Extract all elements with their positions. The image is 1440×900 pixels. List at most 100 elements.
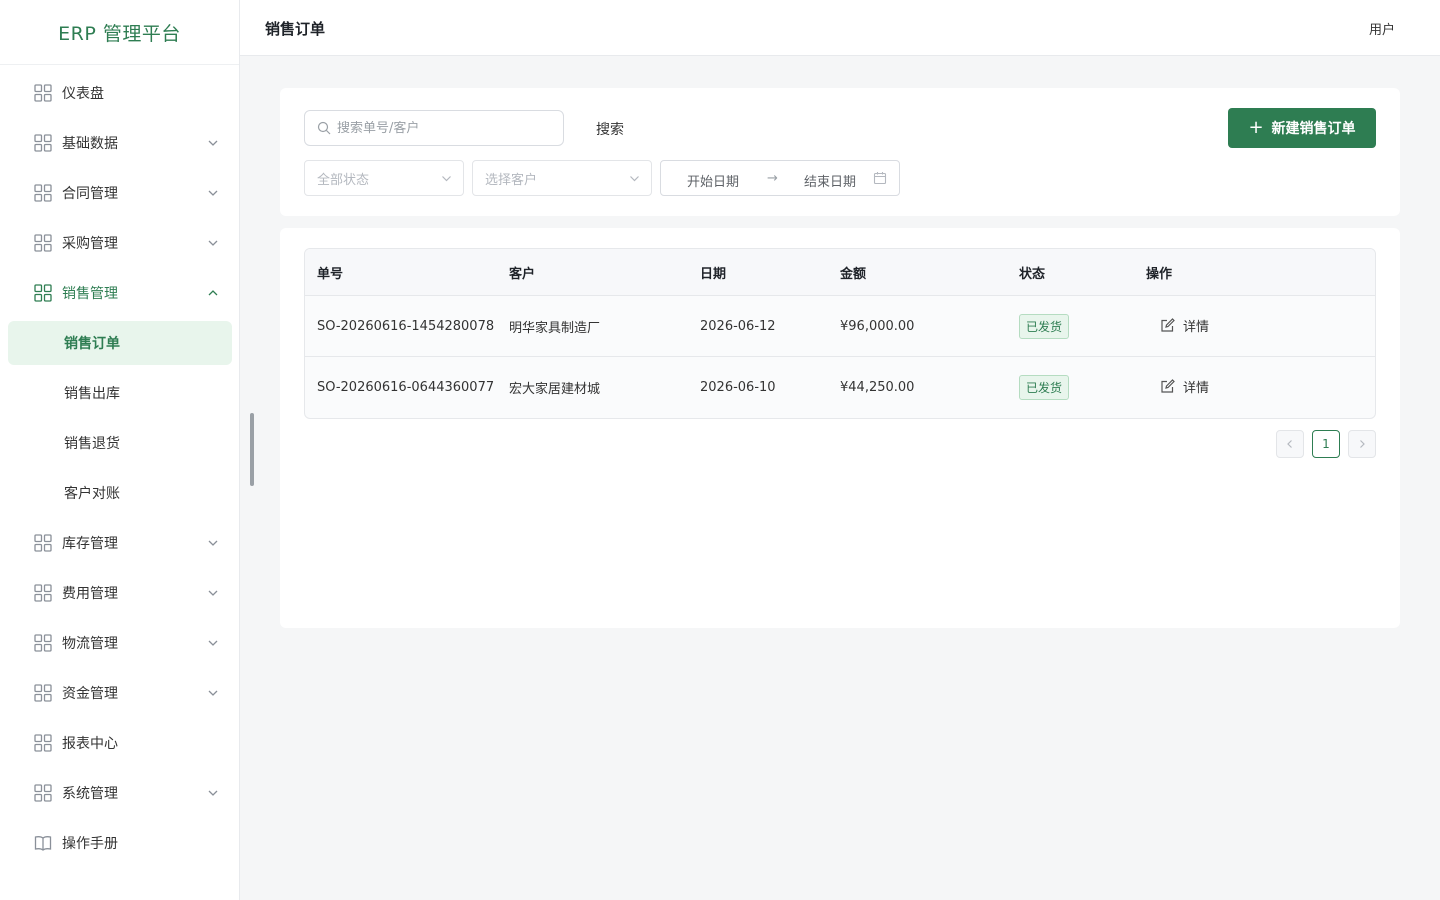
sidebar-item-inventory[interactable]: 库存管理 — [0, 518, 240, 568]
column-header[interactable]: 客户 — [509, 263, 700, 282]
sidebar-subitem-customer-reconciliation[interactable]: 客户对账 — [0, 468, 240, 518]
sidebar-item-expenses[interactable]: 费用管理 — [0, 568, 240, 618]
grid-icon — [34, 134, 52, 152]
grid-icon — [34, 84, 52, 102]
sidebar-item-label: 系统管理 — [62, 786, 118, 802]
order-number: SO-20260616-0644360077 — [317, 380, 495, 395]
orders-table: 单号 客户 日期 金额 状态 操作 SO-20260616-1454280078… — [304, 248, 1376, 419]
grid-icon — [34, 234, 52, 252]
sidebar-item-label: 报表中心 — [62, 736, 118, 752]
date-range-picker[interactable]: 开始日期 → 结束日期 — [660, 160, 900, 196]
chevron-down-icon — [630, 176, 639, 182]
page-button-current[interactable]: 1 — [1312, 430, 1340, 458]
customer-select-placeholder: 选择客户 — [485, 172, 538, 188]
orders-table-panel: 单号 客户 日期 金额 状态 操作 SO-20260616-1454280078… — [280, 228, 1400, 628]
calendar-icon — [873, 172, 887, 185]
table-header: 单号 客户 日期 金额 状态 操作 — [305, 249, 1375, 296]
order-number: SO-20260616-1454280078 — [317, 318, 495, 334]
chevron-right-icon — [1360, 440, 1365, 448]
sidebar-item-purchasing[interactable]: 采购管理 — [0, 218, 240, 268]
page-title: 销售订单 — [265, 20, 326, 38]
sidebar-item-label: 资金管理 — [62, 686, 118, 702]
action-cell: 详情 — [1146, 316, 1375, 337]
search-field[interactable] — [304, 110, 564, 146]
table-row[interactable]: SO-20260616-0644360077 宏大家居建材城 2026-06-1… — [305, 357, 1375, 418]
sidebar-item-label: 库存管理 — [62, 536, 118, 552]
chevron-down-icon — [208, 540, 218, 546]
chevron-down-icon — [208, 190, 218, 196]
grid-icon — [34, 184, 52, 202]
detail-label: 详情 — [1183, 381, 1210, 396]
customer-select[interactable]: 选择客户 — [472, 160, 652, 196]
grid-icon — [34, 784, 52, 802]
brand-logo: ERP 管理平台 — [0, 0, 239, 65]
plus-icon: + — [1248, 117, 1264, 138]
arrow-right-icon: → — [767, 171, 778, 186]
sidebar-item-dashboard[interactable]: 仪表盘 — [0, 68, 240, 118]
sidebar-subitem-sales-outbound[interactable]: 销售出库 — [0, 368, 240, 418]
detail-label: 详情 — [1183, 319, 1210, 335]
sidebar-item-label: 仪表盘 — [62, 86, 104, 102]
prev-page-button[interactable] — [1276, 430, 1304, 458]
sidebar-subitem-sales-returns[interactable]: 销售退货 — [0, 418, 240, 468]
sidebar-item-label: 操作手册 — [62, 836, 118, 852]
sidebar-item-system[interactable]: 系统管理 — [0, 768, 240, 818]
column-header: 操作 — [1146, 266, 1173, 282]
chevron-down-icon — [208, 140, 218, 146]
end-date-input[interactable]: 结束日期 — [804, 171, 856, 190]
column-header[interactable]: 金额 — [840, 263, 1019, 282]
sidebar-scrollbar[interactable] — [250, 413, 254, 486]
edit-icon — [1161, 317, 1175, 332]
search-button[interactable]: 搜索 — [596, 119, 624, 139]
user-menu[interactable]: 用户 — [1369, 19, 1395, 38]
order-date: 2026-06-10 — [700, 380, 776, 395]
chevron-down-icon — [208, 240, 218, 246]
status-badge: 已发货 — [1019, 375, 1070, 400]
grid-icon — [34, 534, 52, 552]
chevron-left-icon — [1287, 440, 1292, 448]
grid-icon — [34, 734, 52, 752]
sidebar-item-sales[interactable]: 销售管理 — [0, 268, 240, 318]
sidebar-item-label: 销售管理 — [62, 286, 118, 302]
pagination: 1 — [1276, 430, 1376, 458]
chevron-down-icon — [442, 176, 451, 182]
table-row[interactable]: SO-20260616-1454280078 明华家具制造厂 2026-06-1… — [305, 296, 1375, 357]
sidebar-item-reports[interactable]: 报表中心 — [0, 718, 240, 768]
grid-icon — [34, 284, 52, 302]
next-page-button[interactable] — [1348, 430, 1376, 458]
sidebar-item-basic-data[interactable]: 基础数据 — [0, 118, 240, 168]
start-date-input[interactable]: 开始日期 — [687, 171, 739, 190]
column-header[interactable]: 单号 — [305, 263, 509, 282]
order-date: 2026-06-12 — [700, 318, 776, 334]
nav-menu: 仪表盘 基础数据 合同管理 采购管理 销售管理 销售订单 销售出库 销售退货 客… — [0, 68, 240, 868]
column-header[interactable]: 日期 — [700, 263, 840, 282]
filter-panel: 搜索 + 新建销售订单 全部状态 选择客户 开始日期 → 结束日期 — [280, 88, 1400, 216]
status-select[interactable]: 全部状态 — [304, 160, 464, 196]
column-header[interactable]: 状态 — [1019, 263, 1146, 282]
search-icon — [317, 121, 331, 135]
sidebar-item-label: 费用管理 — [62, 586, 118, 602]
search-input[interactable] — [337, 120, 537, 136]
edit-icon — [1161, 379, 1175, 393]
chevron-down-icon — [208, 790, 218, 796]
detail-button[interactable]: 详情 — [1160, 377, 1209, 396]
sidebar-item-contracts[interactable]: 合同管理 — [0, 168, 240, 218]
sidebar-item-manual[interactable]: 操作手册 — [0, 818, 240, 868]
grid-icon — [34, 584, 52, 602]
new-sales-order-button[interactable]: + 新建销售订单 — [1228, 108, 1376, 148]
action-cell: 详情 — [1146, 377, 1375, 398]
chevron-up-icon — [208, 290, 218, 296]
book-icon — [34, 836, 52, 851]
sidebar-subitem-sales-orders[interactable]: 销售订单 — [8, 321, 232, 365]
chevron-down-icon — [208, 590, 218, 596]
top-header: 销售订单 用户 — [240, 0, 1440, 56]
detail-button[interactable]: 详情 — [1160, 316, 1209, 335]
sidebar: ERP 管理平台 仪表盘 基础数据 合同管理 采购管理 销售管理 销售订单 销售… — [0, 0, 240, 900]
status-cell: 已发货 — [1019, 313, 1146, 339]
sidebar-item-logistics[interactable]: 物流管理 — [0, 618, 240, 668]
grid-icon — [34, 684, 52, 702]
sidebar-item-label: 采购管理 — [62, 236, 118, 252]
status-select-placeholder: 全部状态 — [317, 172, 370, 188]
sidebar-item-funds[interactable]: 资金管理 — [0, 668, 240, 718]
chevron-down-icon — [208, 640, 218, 646]
